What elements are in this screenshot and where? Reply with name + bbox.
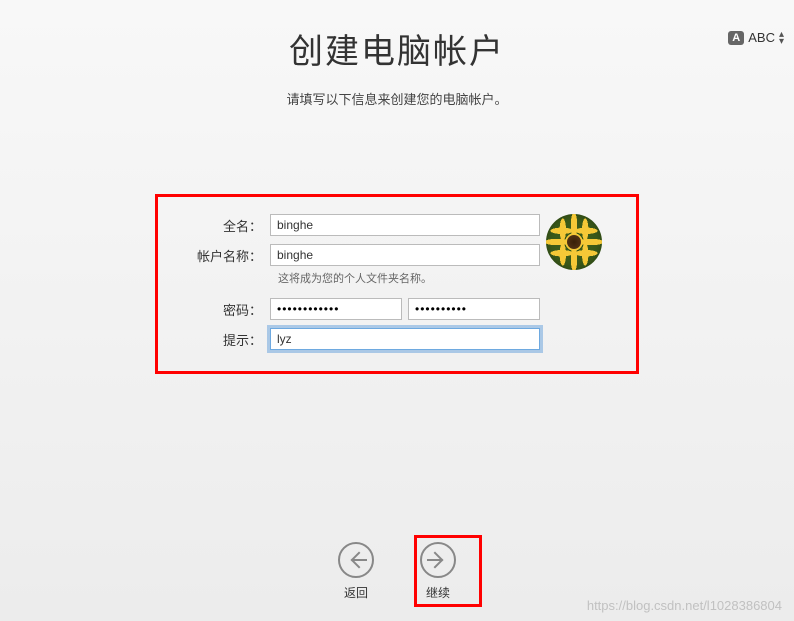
- updown-icon: ▴▾: [779, 31, 784, 45]
- input-method-label: ABC: [748, 30, 775, 45]
- account-name-hint: 这将成为您的个人文件夹名称。: [278, 270, 619, 286]
- fullname-label: 全名：: [175, 216, 270, 235]
- password-input[interactable]: [270, 298, 402, 320]
- fullname-input[interactable]: [270, 214, 540, 236]
- account-name-input[interactable]: [270, 244, 540, 266]
- hint-input[interactable]: [270, 328, 540, 350]
- hint-label: 提示：: [175, 330, 270, 349]
- account-name-label: 帐户名称：: [175, 246, 270, 265]
- input-badge: A: [728, 31, 744, 45]
- input-method-indicator[interactable]: A ABC ▴▾: [728, 30, 784, 45]
- password-label: 密码：: [175, 300, 270, 319]
- back-button[interactable]: 返回: [338, 542, 374, 601]
- nav-buttons: 返回 继续: [338, 542, 456, 601]
- arrow-right-icon: [420, 542, 456, 578]
- page-subtitle: 请填写以下信息来创建您的电脑帐户。: [0, 89, 794, 108]
- page-title: 创建电脑帐户: [0, 24, 794, 73]
- back-label: 返回: [344, 584, 368, 601]
- account-form: 全名： 帐户名称： 这将成为您的个人文件夹名称。 密码： 提示：: [175, 214, 619, 358]
- arrow-left-icon: [338, 542, 374, 578]
- watermark: https://blog.csdn.net/l1028386804: [587, 598, 782, 613]
- password-confirm-input[interactable]: [408, 298, 540, 320]
- continue-button[interactable]: 继续: [420, 542, 456, 601]
- continue-label: 继续: [426, 584, 450, 601]
